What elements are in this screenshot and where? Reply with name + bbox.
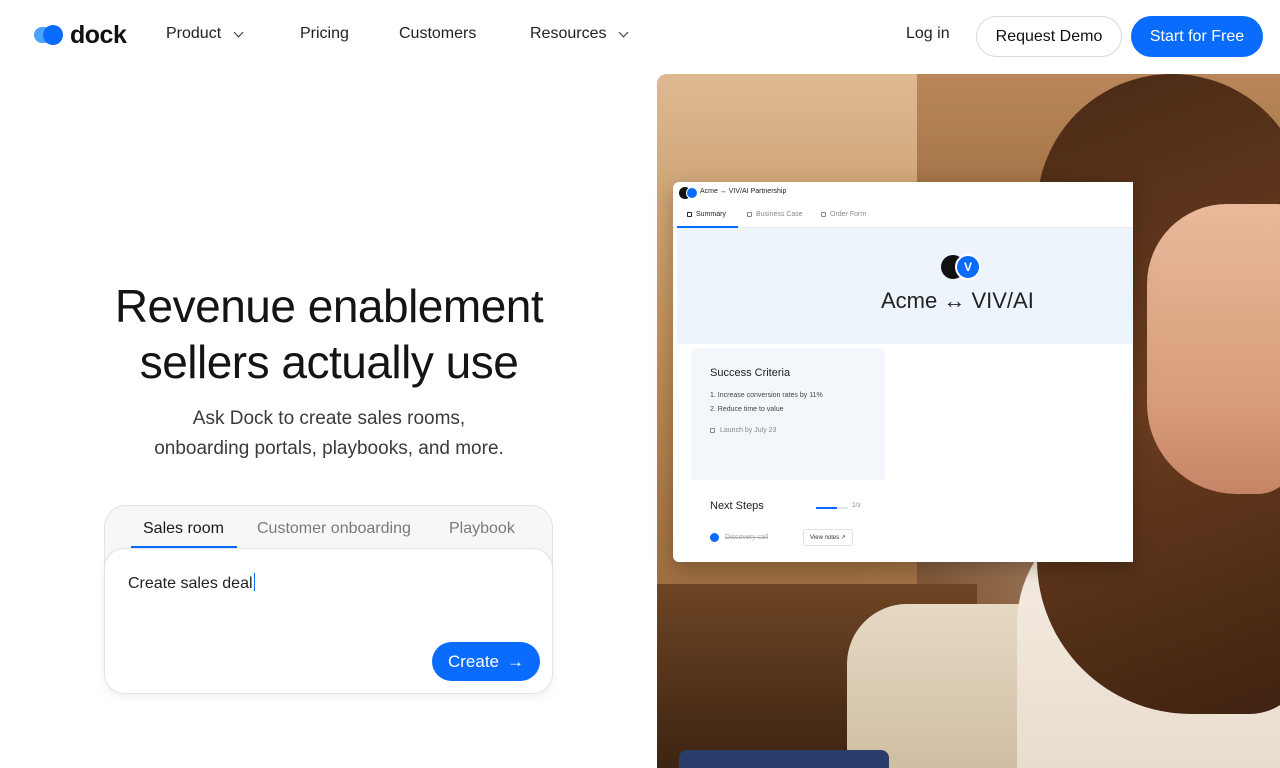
tab-playbook[interactable]: Playbook <box>449 520 515 538</box>
prompt-input[interactable]: Create sales deal Create → <box>104 548 553 694</box>
tab-customer-onboarding[interactable]: Customer onboarding <box>257 520 411 538</box>
nav-pricing-label: Pricing <box>300 25 349 42</box>
banner-logo-icon: V <box>941 254 985 280</box>
prompt-composer: Sales room Customer onboarding Playbook … <box>104 505 553 694</box>
nav-customers-label: Customers <box>399 25 477 42</box>
app-preview-title: Acme ↔ VIV/AI Partnership <box>700 188 787 195</box>
check-icon <box>710 533 719 542</box>
hero-headline-line1: Revenue enablement <box>114 280 544 332</box>
login-link[interactable]: Log in <box>906 25 950 43</box>
brand-name: dock <box>70 20 127 49</box>
summary-icon <box>687 212 692 217</box>
success-criteria-card: Success Criteria 1. Increase conversion … <box>691 348 885 480</box>
app-tab-business-case[interactable]: Business Case <box>747 211 803 218</box>
next-steps-progress <box>816 507 848 509</box>
chevron-down-icon <box>619 27 629 37</box>
composer-tabs: Sales room Customer onboarding Playbook <box>105 506 552 549</box>
app-tab-summary-label: Summary <box>696 211 726 218</box>
banner-title: Acme ↔ VIV/AI <box>881 288 1034 313</box>
nav-resources-label: Resources <box>530 25 607 42</box>
business-case-icon <box>747 212 752 217</box>
nav-resources[interactable]: Resources <box>530 25 629 43</box>
create-button-label: Create <box>447 651 500 671</box>
nav-customers[interactable]: Customers <box>399 25 476 43</box>
app-tab-summary[interactable]: Summary <box>687 211 726 218</box>
dock-logo[interactable]: dock <box>34 20 127 49</box>
start-free-button[interactable]: Start for Free <box>1131 16 1263 57</box>
next-step-label: Discovery call <box>725 534 769 541</box>
next-steps-title: Next Steps <box>710 500 764 512</box>
nav-product[interactable]: Product <box>166 25 244 43</box>
partnership-logo-icon <box>679 187 698 199</box>
next-steps-progress-label: 2/3 <box>852 503 861 509</box>
hero-headline: Revenue enablement sellers actually use <box>40 278 618 390</box>
launch-date: Launch by July 23 <box>710 427 776 434</box>
app-preview-banner <box>677 228 1133 344</box>
next-step-row: Discovery call View notes ↗ <box>710 529 853 546</box>
hero-subhead: Ask Dock to create sales rooms, onboardi… <box>40 404 618 464</box>
next-steps-progress-fill <box>816 507 838 509</box>
prompt-input-value: Create sales deal <box>128 573 256 593</box>
app-preview-header: Acme ↔ VIV/AI Partnership Summary Busine… <box>673 182 1133 228</box>
calendar-icon <box>710 428 715 433</box>
nav-pricing[interactable]: Pricing <box>300 25 349 43</box>
hero-subhead-line2: onboarding portals, playbooks, and more. <box>154 438 504 459</box>
launch-date-label: Launch by July 23 <box>720 427 777 434</box>
dock-logo-icon <box>34 25 64 45</box>
success-criteria-title: Success Criteria <box>710 367 791 379</box>
create-button[interactable]: Create → <box>432 642 540 681</box>
criteria-item-1: 1. Increase conversion rates by 11% <box>710 392 823 399</box>
order-form-icon <box>821 212 826 217</box>
top-nav: dock Product Pricing Customers Resources… <box>0 0 1280 72</box>
text-caret <box>253 573 256 591</box>
request-demo-button[interactable]: Request Demo <box>976 16 1122 57</box>
nav-product-label: Product <box>166 25 222 42</box>
app-tab-order-form[interactable]: Order Form <box>821 211 866 218</box>
prompt-input-text: Create sales deal <box>128 575 253 592</box>
hero-subhead-line1: Ask Dock to create sales rooms, <box>192 408 466 429</box>
tab-sales-room[interactable]: Sales room <box>143 520 224 538</box>
app-tab-business-case-label: Business Case <box>756 211 803 218</box>
app-tab-order-form-label: Order Form <box>830 211 867 218</box>
view-notes-button[interactable]: View notes ↗ <box>803 529 853 546</box>
hero-headline-line2: sellers actually use <box>139 336 519 388</box>
criteria-item-2: 2. Reduce time to value <box>710 406 784 413</box>
arrow-right-icon: → <box>507 652 525 671</box>
chevron-down-icon <box>233 27 244 37</box>
